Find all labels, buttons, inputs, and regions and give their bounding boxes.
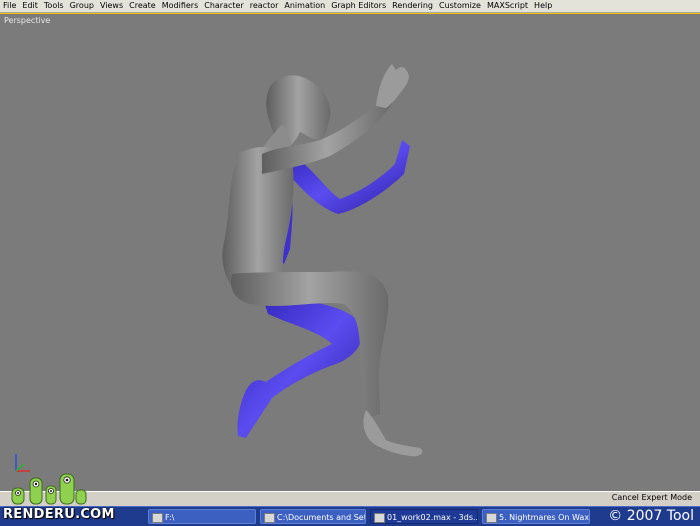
- taskbar-button-explorer[interactable]: F:\: [148, 509, 256, 524]
- character-model[interactable]: [0, 14, 700, 491]
- menu-bar: File Edit Tools Group Views Create Modif…: [0, 0, 700, 13]
- menu-tools[interactable]: Tools: [41, 0, 67, 12]
- menu-customize[interactable]: Customize: [436, 0, 484, 12]
- copyright-text: © 2007 Tool: [608, 508, 694, 524]
- folder-icon: [152, 513, 163, 523]
- menu-modifiers[interactable]: Modifiers: [159, 0, 202, 12]
- cancel-expert-mode-button[interactable]: Cancel Expert Mode: [612, 493, 692, 502]
- taskbar-button-label: F:\: [165, 513, 175, 522]
- menu-file[interactable]: File: [0, 0, 19, 12]
- taskbar-button-label: 5. Nightmares On Wax -...: [499, 513, 590, 522]
- menu-character[interactable]: Character: [201, 0, 247, 12]
- taskbar-button-3dsmax[interactable]: 01_work02.max - 3ds...: [370, 509, 478, 524]
- watermark-text: RENDERU.COM: [3, 507, 115, 522]
- menu-edit[interactable]: Edit: [19, 0, 41, 12]
- menu-group[interactable]: Group: [67, 0, 97, 12]
- menu-maxscript[interactable]: MAXScript: [484, 0, 531, 12]
- menu-graph-editors[interactable]: Graph Editors: [328, 0, 389, 12]
- media-player-icon: [486, 513, 497, 523]
- renderu-watermark: RENDERU.COM: [0, 466, 114, 523]
- menu-animation[interactable]: Animation: [281, 0, 328, 12]
- taskbar-button-media-player[interactable]: 5. Nightmares On Wax -...: [482, 509, 590, 524]
- menu-reactor[interactable]: reactor: [247, 0, 282, 12]
- perspective-viewport[interactable]: Perspective: [0, 13, 700, 492]
- menu-help[interactable]: Help: [531, 0, 555, 12]
- menu-views[interactable]: Views: [97, 0, 126, 12]
- taskbar-button-documents[interactable]: C:\Documents and Settin...: [260, 509, 366, 524]
- taskbar-button-label: 01_work02.max - 3ds...: [387, 513, 478, 522]
- menu-rendering[interactable]: Rendering: [389, 0, 436, 12]
- folder-icon: [264, 513, 275, 523]
- taskbar-button-label: C:\Documents and Settin...: [277, 513, 365, 522]
- 3dsmax-icon: [374, 513, 385, 523]
- renderu-mascot-icon: [11, 473, 87, 505]
- menu-create[interactable]: Create: [126, 0, 159, 12]
